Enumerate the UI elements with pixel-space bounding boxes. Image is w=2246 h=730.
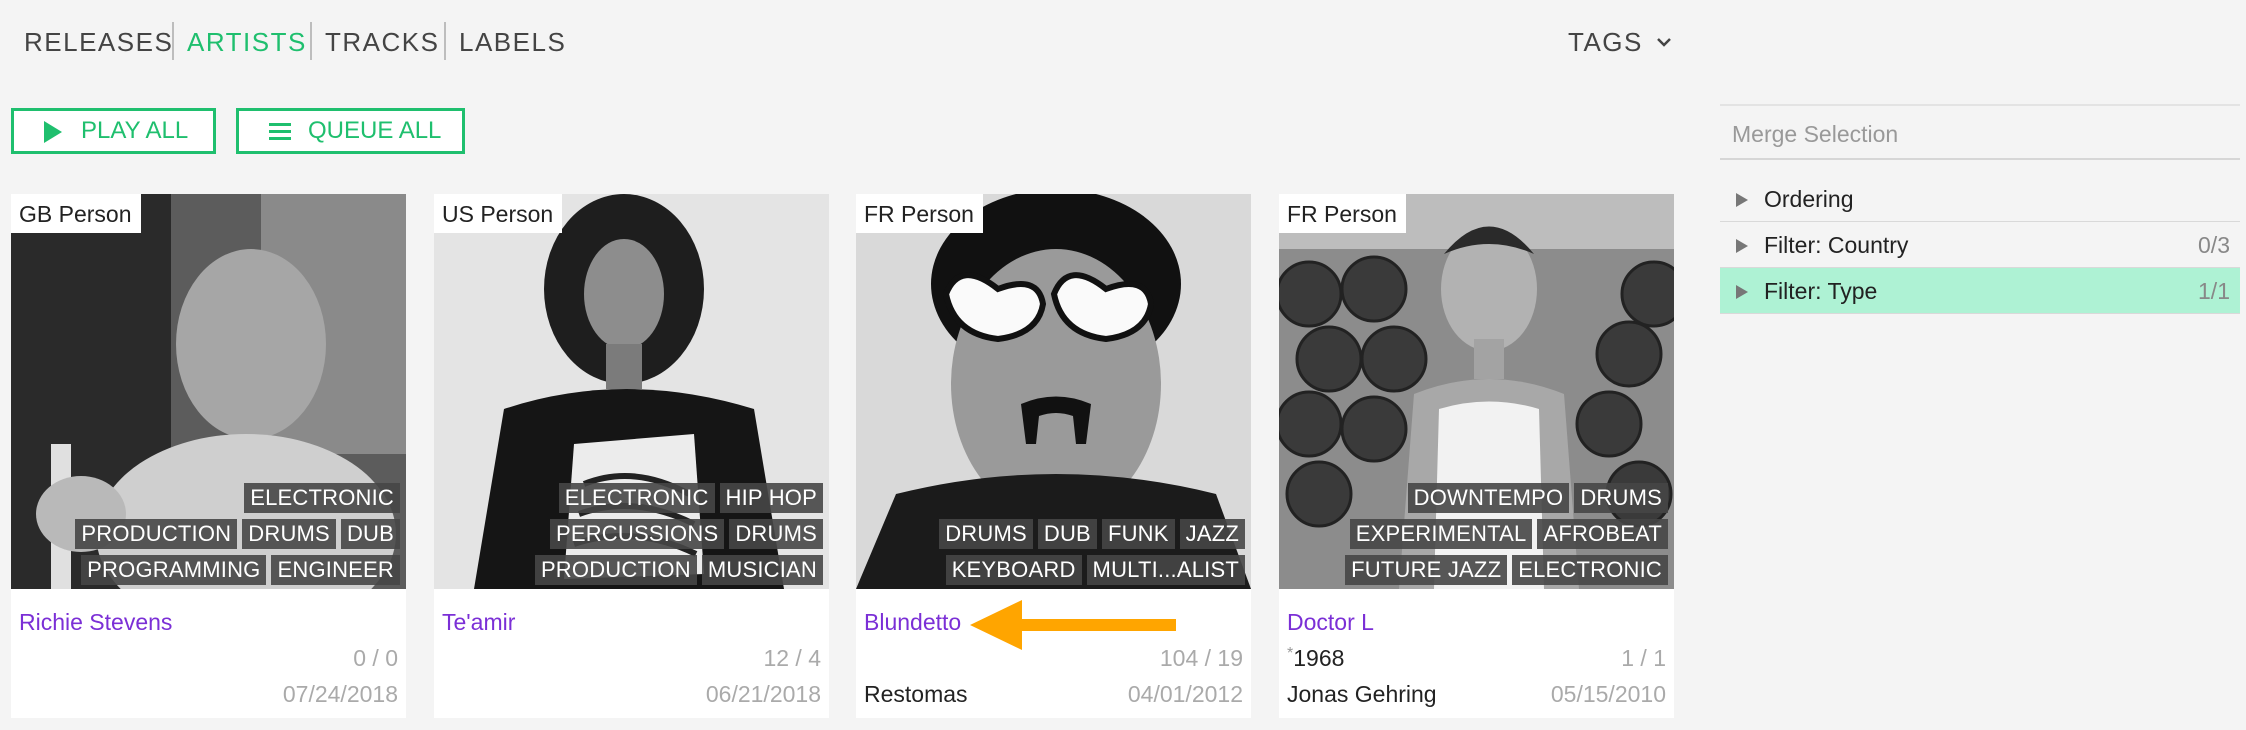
artist-card[interactable]: FR Person FUTURE JAZZ ELECTRONIC EXPERIM… [1279,194,1674,718]
artist-photo[interactable]: FR Person KEYBOARD MULTI...ALIST DRUMS D… [856,194,1251,589]
genre-tag[interactable]: AFROBEAT [1537,519,1668,549]
genre-tag[interactable]: PRODUCTION [534,555,697,585]
genre-tag[interactable]: MULTI...ALIST [1086,555,1245,585]
artist-name-link[interactable]: Blundetto [864,609,961,636]
country-badge: FR Person [1279,194,1406,233]
artist-photo[interactable]: US Person PRODUCTION MUSICIAN PERCUSSION… [434,194,829,589]
artist-name-link[interactable]: Richie Stevens [19,609,172,636]
artist-alias: Restomas [864,681,968,707]
nav-divider [310,22,312,60]
nav-divider [444,22,446,60]
genre-tag[interactable]: PRODUCTION [75,519,238,549]
release-counts: 12 / 4 [763,645,821,671]
genre-tag[interactable]: ENGINEER [271,555,400,585]
artists-page: RELEASES ARTISTS TRACKS LABELS TAGS PLAY… [0,0,2246,730]
artist-alias: Jonas Gehring [1287,681,1437,707]
added-date: 04/01/2012 [1127,681,1243,707]
genre-tag[interactable]: MUSICIAN [701,555,823,585]
country-badge: FR Person [856,194,983,233]
genre-tag[interactable]: PROGRAMMING [81,555,267,585]
play-icon [44,121,62,143]
genre-tag[interactable]: DOWNTEMPO [1407,483,1570,513]
tab-tracks[interactable]: TRACKS [325,24,439,60]
genre-tag[interactable]: ELECTRONIC [558,483,715,513]
top-nav: RELEASES ARTISTS TRACKS LABELS TAGS [0,0,1680,84]
artist-photo[interactable]: GB Person PROGRAMMING ENGINEER PRODUCTIO… [11,194,406,589]
added-date: 05/15/2010 [1550,681,1666,707]
birth-year: *1968 [1287,645,1344,672]
queue-list-icon [269,123,291,141]
genre-tag[interactable]: HIP HOP [719,483,823,513]
genre-tag[interactable]: PERCUSSIONS [549,519,725,549]
release-counts: 0 / 0 [353,645,398,671]
country-badge: GB Person [11,194,141,233]
genre-tag[interactable]: DRUMS [242,519,336,549]
tab-artists[interactable]: ARTISTS [187,24,307,60]
genre-tags: PROGRAMMING ENGINEER PRODUCTION DRUMS DU… [17,483,400,585]
artist-name-link[interactable]: Te'amir [442,609,515,636]
chevron-down-icon[interactable] [1654,32,1674,52]
artist-photo[interactable]: FR Person FUTURE JAZZ ELECTRONIC EXPERIM… [1279,194,1674,589]
nav-divider [172,22,174,60]
tab-releases[interactable]: RELEASES [24,24,173,60]
filter-count: 1/1 [2198,278,2230,304]
divider [1720,104,2240,106]
genre-tags: FUTURE JAZZ ELECTRONIC EXPERIMENTAL AFRO… [1285,483,1668,585]
triangle-right-icon [1736,193,1748,207]
tab-labels[interactable]: LABELS [459,24,566,60]
genre-tag[interactable]: ELECTRONIC [1512,555,1668,585]
release-counts: 1 / 1 [1621,645,1666,671]
genre-tag[interactable]: KEYBOARD [945,555,1082,585]
filter-sidebar: Merge Selection Ordering Filter: Country… [1720,104,2240,314]
genre-tag[interactable]: FUTURE JAZZ [1345,555,1508,585]
annotation-arrow-icon [970,600,1176,650]
queue-all-label: QUEUE ALL [308,117,442,144]
triangle-right-icon [1736,285,1748,299]
artist-name-link[interactable]: Doctor L [1287,609,1374,636]
triangle-right-icon [1736,239,1748,253]
genre-tag[interactable]: JAZZ [1179,519,1245,549]
filter-country-toggle[interactable]: Filter: Country 0/3 [1720,222,2240,268]
genre-tag[interactable]: DRUMS [729,519,823,549]
merge-selection-input[interactable]: Merge Selection [1720,104,2240,160]
play-all-label: PLAY ALL [81,117,189,144]
genre-tag[interactable]: DUB [1037,519,1097,549]
ordering-toggle[interactable]: Ordering [1720,176,2240,222]
genre-tags: PRODUCTION MUSICIAN PERCUSSIONS DRUMS EL… [440,483,823,585]
filter-count: 0/3 [2198,232,2230,258]
queue-all-button[interactable]: QUEUE ALL [236,108,465,154]
genre-tag[interactable]: DRUMS [939,519,1033,549]
genre-tag[interactable]: EXPERIMENTAL [1349,519,1533,549]
added-date: 07/24/2018 [282,681,398,707]
birth-year-value: 1968 [1293,645,1345,671]
genre-tag[interactable]: FUNK [1101,519,1175,549]
filter-label: Filter: Type [1764,278,1878,304]
artist-card[interactable]: US Person PRODUCTION MUSICIAN PERCUSSION… [434,194,829,718]
genre-tag[interactable]: ELECTRONIC [244,483,400,513]
added-date: 06/21/2018 [705,681,821,707]
play-all-button[interactable]: PLAY ALL [11,108,216,154]
artist-card[interactable]: GB Person PROGRAMMING ENGINEER PRODUCTIO… [11,194,406,718]
tags-dropdown[interactable]: TAGS [1568,24,1643,60]
filter-type-toggle[interactable]: Filter: Type 1/1 [1720,268,2240,314]
genre-tag[interactable]: DUB [340,519,400,549]
filter-label: Filter: Country [1764,232,1909,258]
filter-label: Ordering [1764,186,1854,212]
country-badge: US Person [434,194,563,233]
genre-tags: KEYBOARD MULTI...ALIST DRUMS DUB FUNK JA… [862,519,1245,585]
genre-tag[interactable]: DRUMS [1574,483,1668,513]
